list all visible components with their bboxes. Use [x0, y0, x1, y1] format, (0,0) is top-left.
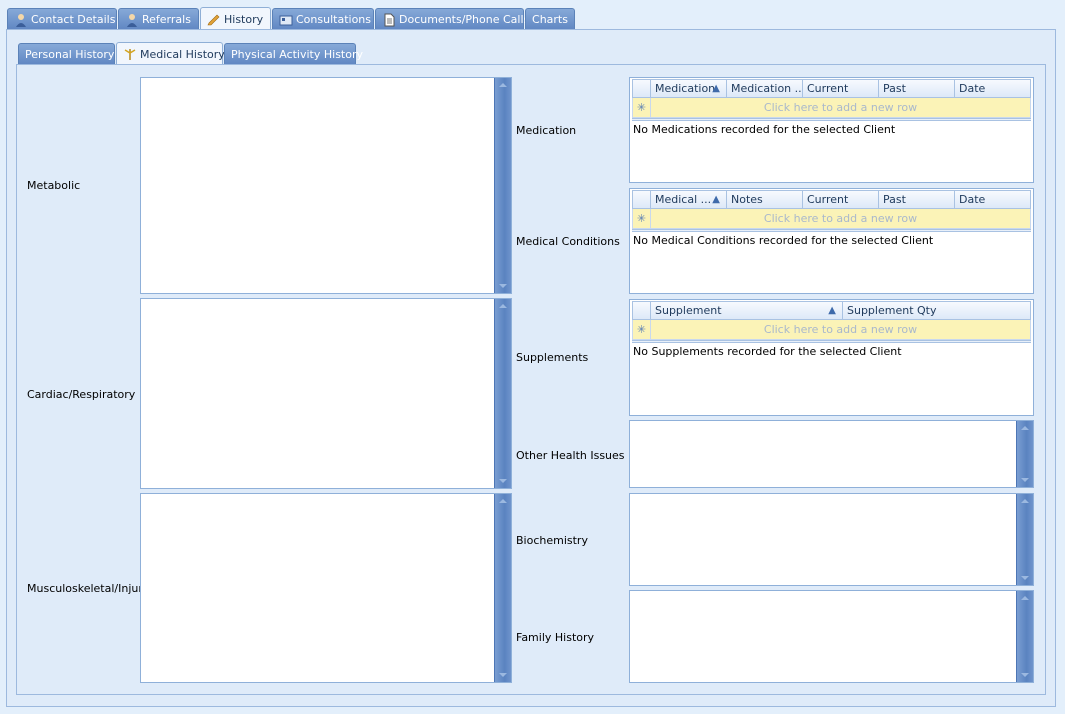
cardiac-respiratory-label: Cardiac/Respiratory	[27, 388, 136, 401]
column-header[interactable]: Medication ...	[727, 80, 803, 97]
tab-label: Medical History	[140, 47, 225, 61]
new-row-icon: ✳	[633, 98, 651, 117]
row-indicator	[633, 191, 651, 208]
grid-header: Medical ... ▲ Notes Current Past Date	[632, 190, 1031, 209]
scroll-up-icon[interactable]	[1021, 426, 1029, 430]
scroll-down-icon[interactable]	[1021, 576, 1029, 580]
supplements-label: Supplements	[516, 351, 589, 364]
supplements-grid[interactable]: Supplement ▲ Supplement Qty ✳ Click here …	[629, 299, 1034, 416]
tab-label: Charts	[532, 13, 568, 26]
tab-contact-details[interactable]: Contact Details	[7, 8, 117, 30]
empty-message: No Medical Conditions recorded for the s…	[633, 234, 934, 247]
scroll-down-icon[interactable]	[499, 284, 507, 288]
scrollbar[interactable]	[494, 494, 511, 682]
column-header[interactable]: Current	[803, 80, 879, 97]
tab-label: Consultations	[296, 13, 371, 26]
new-row[interactable]: ✳ Click here to add a new row	[632, 98, 1031, 118]
tab-charts[interactable]: Charts	[525, 8, 575, 30]
musculoskeletal-injury-label: Musculoskeletal/Injury	[27, 582, 150, 595]
tab-label: Documents/Phone Calls	[399, 13, 530, 26]
metabolic-textarea[interactable]	[140, 77, 512, 294]
family-history-textarea[interactable]	[629, 590, 1034, 683]
column-header[interactable]: Medication ▲	[651, 80, 727, 97]
scrollbar[interactable]	[494, 78, 511, 293]
caduceus-icon	[123, 47, 137, 61]
family-history-label: Family History	[516, 631, 595, 644]
sort-ascending-icon: ▲	[712, 83, 720, 94]
medical-conditions-label: Medical Conditions	[516, 235, 620, 248]
subtab-physical-activity-history[interactable]: Physical Activity History	[224, 43, 363, 65]
tab-documents-phone-calls[interactable]: Documents/Phone Calls	[375, 8, 529, 30]
new-row-prompt[interactable]: Click here to add a new row	[651, 320, 1030, 339]
column-header[interactable]: Date	[955, 80, 1030, 97]
tab-label: Contact Details	[31, 13, 116, 26]
scroll-up-icon[interactable]	[499, 499, 507, 503]
scrollbar[interactable]	[1016, 421, 1033, 487]
grid-header: Supplement ▲ Supplement Qty	[632, 301, 1031, 320]
new-row-icon: ✳	[633, 209, 651, 228]
tab-label: History	[224, 12, 264, 26]
document-icon	[382, 13, 396, 27]
empty-message: No Medications recorded for the selected…	[633, 123, 896, 136]
new-row-prompt[interactable]: Click here to add a new row	[651, 98, 1030, 117]
scroll-down-icon[interactable]	[499, 479, 507, 483]
person-icon	[14, 13, 28, 27]
subtab-medical-history[interactable]: Medical History	[116, 42, 225, 65]
column-header[interactable]: Past	[879, 80, 955, 97]
grid-header: Medication ▲ Medication ... Current Past …	[632, 79, 1031, 98]
scroll-down-icon[interactable]	[1021, 478, 1029, 482]
metabolic-label: Metabolic	[27, 179, 81, 192]
tab-history[interactable]: History	[200, 7, 271, 30]
column-header[interactable]: Supplement ▲	[651, 302, 843, 319]
tab-consultations[interactable]: Consultations	[272, 8, 374, 30]
empty-message: No Supplements recorded for the selected…	[633, 345, 902, 358]
new-row[interactable]: ✳ Click here to add a new row	[632, 209, 1031, 229]
scroll-up-icon[interactable]	[499, 304, 507, 308]
card-icon	[279, 13, 293, 27]
sort-ascending-icon: ▲	[828, 305, 836, 316]
other-health-issues-label: Other Health Issues	[516, 449, 625, 462]
new-row-icon: ✳	[633, 320, 651, 339]
other-health-issues-textarea[interactable]	[629, 420, 1034, 488]
column-header[interactable]: Notes	[727, 191, 803, 208]
medical-conditions-grid[interactable]: Medical ... ▲ Notes Current Past Date ✳ C…	[629, 188, 1034, 294]
subtab-personal-history[interactable]: Personal History	[18, 43, 115, 65]
tab-label: Personal History	[25, 48, 115, 61]
column-header[interactable]: Supplement Qty	[843, 302, 1030, 319]
scroll-down-icon[interactable]	[499, 673, 507, 677]
scrollbar[interactable]	[1016, 591, 1033, 682]
sort-ascending-icon: ▲	[712, 194, 720, 205]
medication-grid[interactable]: Medication ▲ Medication ... Current Past …	[629, 77, 1034, 183]
pencil-icon	[207, 12, 221, 26]
new-row-prompt[interactable]: Click here to add a new row	[651, 209, 1030, 228]
row-indicator	[633, 302, 651, 319]
column-header[interactable]: Past	[879, 191, 955, 208]
column-header[interactable]: Date	[955, 191, 1030, 208]
musculoskeletal-injury-textarea[interactable]	[140, 493, 512, 683]
scroll-up-icon[interactable]	[499, 83, 507, 87]
cardiac-respiratory-textarea[interactable]	[140, 298, 512, 489]
biochemistry-textarea[interactable]	[629, 493, 1034, 586]
scroll-down-icon[interactable]	[1021, 673, 1029, 677]
column-header[interactable]: Medical ... ▲	[651, 191, 727, 208]
scroll-up-icon[interactable]	[1021, 499, 1029, 503]
scrollbar[interactable]	[1016, 494, 1033, 585]
new-row[interactable]: ✳ Click here to add a new row	[632, 320, 1031, 340]
row-indicator	[633, 80, 651, 97]
tab-label: Referrals	[142, 13, 191, 26]
tab-referrals[interactable]: Referrals	[118, 8, 199, 30]
biochemistry-label: Biochemistry	[516, 534, 588, 547]
scrollbar[interactable]	[494, 299, 511, 488]
scroll-up-icon[interactable]	[1021, 596, 1029, 600]
tab-label: Physical Activity History	[231, 48, 364, 61]
person-icon	[125, 13, 139, 27]
medication-label: Medication	[516, 124, 577, 137]
column-header[interactable]: Current	[803, 191, 879, 208]
